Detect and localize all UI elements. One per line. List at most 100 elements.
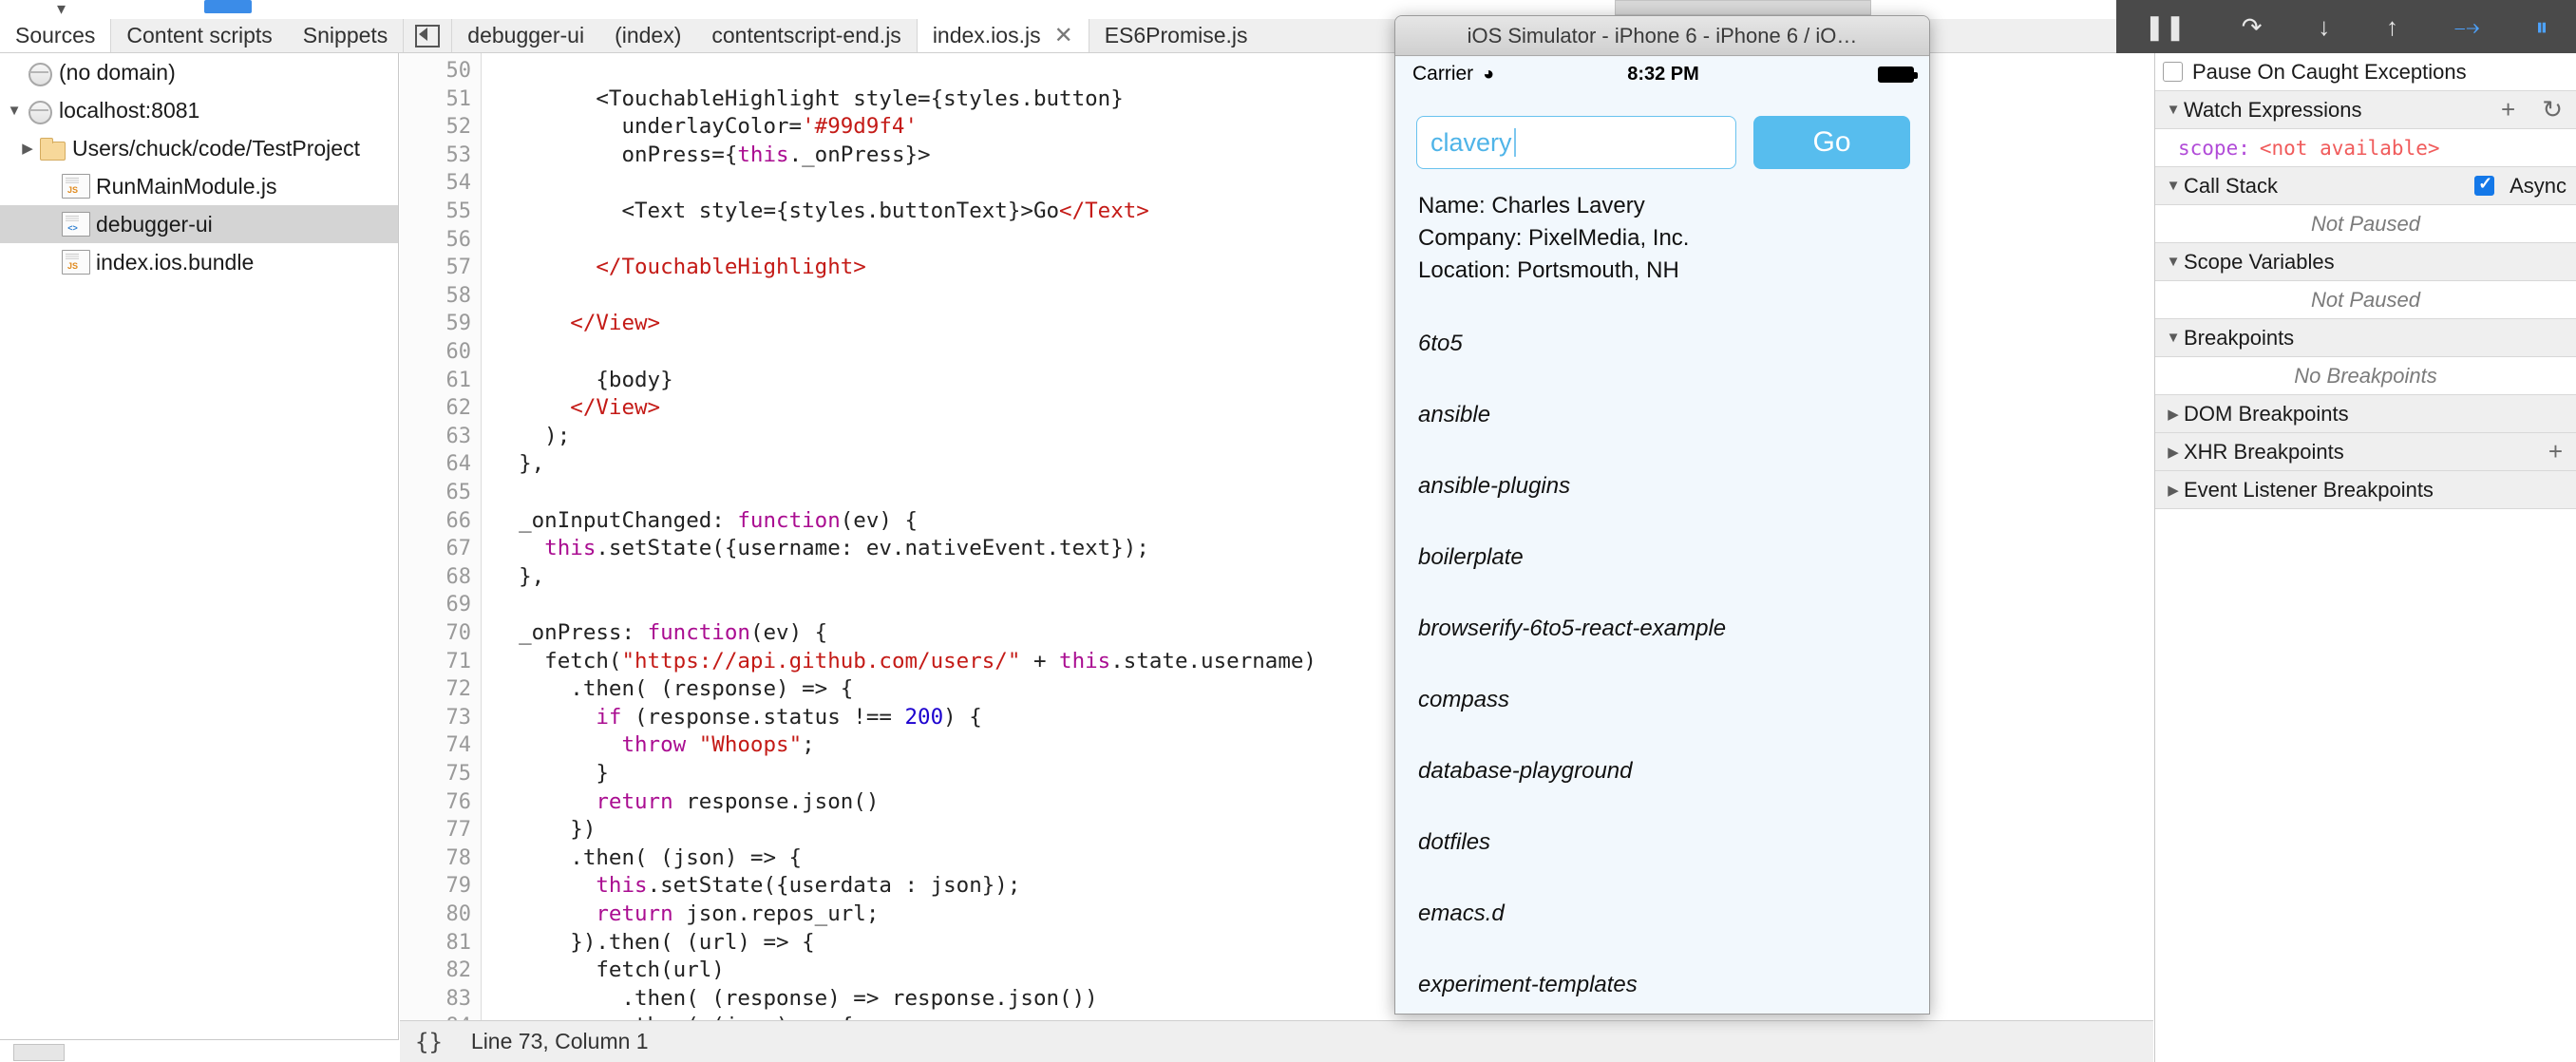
code-line[interactable]: .then( (json) => { (493, 1013, 853, 1020)
code-line[interactable]: .then( (json) => { (493, 844, 802, 873)
code-line[interactable]: this.setState({userdata : json}); (493, 872, 1020, 901)
add-watch-expression-icon[interactable]: + (2488, 95, 2529, 124)
code-token: response.json() (672, 788, 880, 814)
code-line[interactable]: }) (493, 816, 596, 844)
code-line[interactable]: fetch("https://api.github.com/users/" + … (493, 648, 1316, 676)
watch-expression-item[interactable]: scope: <not available> (2155, 129, 2576, 167)
deactivate-breakpoints-icon[interactable]: ⤍ (2454, 14, 2480, 39)
tree-item-runmainmodule-js[interactable]: ▶ JS RunMainModule.js (0, 167, 398, 205)
code-line[interactable]: .then( (response) => { (493, 675, 853, 704)
chevron-right-icon[interactable]: ▶ (2163, 444, 2184, 461)
line-number: 65 (445, 481, 472, 504)
tree-item-project-folder[interactable]: ▶ Users/chuck/code/TestProject (0, 129, 398, 167)
pause-icon[interactable]: ❚❚ (2144, 14, 2186, 39)
repository-list-item[interactable]: ansible-plugins (1418, 450, 1908, 522)
code-line[interactable]: }).then( (url) => { (493, 929, 814, 958)
code-line[interactable]: </TouchableHighlight> (493, 254, 865, 282)
code-line[interactable]: _onInputChanged: function(ev) { (493, 507, 918, 536)
tree-item-localhost[interactable]: ▼ localhost:8081 (0, 91, 398, 129)
line-number: 62 (445, 396, 472, 421)
tree-item-debugger-ui[interactable]: ▶ <> debugger-ui (0, 205, 398, 243)
step-over-icon[interactable]: ↷ (2242, 14, 2263, 39)
disclosure-open-icon[interactable]: ▼ (4, 103, 25, 119)
tree-item-index-ios-bundle[interactable]: ▶ JS index.ios.bundle (0, 243, 398, 281)
debugger-sidebar[interactable]: Pause On Caught Exceptions ▼ Watch Expre… (2154, 53, 2576, 1062)
code-line[interactable]: {body} (493, 367, 672, 395)
file-tab-contentscript-end-js[interactable]: contentscript-end.js (696, 19, 916, 52)
chevron-right-icon[interactable]: ▶ (2163, 482, 2184, 499)
step-out-icon[interactable]: ↑ (2386, 14, 2398, 39)
section-title: Breakpoints (2184, 325, 2295, 350)
code-line[interactable]: if (response.status !== 200) { (493, 704, 981, 732)
tree-item-no-domain[interactable]: ▶ (no domain) (0, 53, 398, 91)
code-token: _onPress: (493, 620, 648, 645)
chevron-right-icon[interactable]: ▶ (2163, 406, 2184, 423)
async-checkbox[interactable] (2474, 174, 2495, 196)
code-line[interactable]: return json.repos_url; (493, 901, 879, 929)
navigator-toggle-button[interactable] (404, 19, 453, 52)
section-header-breakpoints[interactable]: ▼ Breakpoints (2155, 319, 2576, 357)
section-header-watch-expressions[interactable]: ▼ Watch Expressions + ↻ (2155, 91, 2576, 129)
code-line[interactable]: ); (493, 423, 570, 451)
chevron-down-icon[interactable]: ▼ (2163, 102, 2184, 118)
add-xhr-breakpoint-icon[interactable]: + (2535, 437, 2576, 466)
disclosure-closed-icon[interactable]: ▶ (17, 140, 38, 157)
code-line[interactable]: onPress={this._onPress}> (493, 142, 930, 170)
chevron-down-icon[interactable]: ▼ (2163, 330, 2184, 346)
code-line[interactable]: return response.json() (493, 788, 879, 817)
repository-list-item[interactable]: dotfiles (1418, 806, 1908, 878)
pause-on-exceptions-icon[interactable]: ⏸ (2536, 14, 2548, 39)
repository-list-item[interactable]: experiment-templates (1418, 949, 1908, 1014)
refresh-watch-expressions-icon[interactable]: ↻ (2529, 95, 2576, 124)
section-header-xhr-breakpoints[interactable]: ▶ XHR Breakpoints + (2155, 433, 2576, 471)
code-line[interactable]: <Text style={styles.buttonText}>Go</Text… (493, 198, 1148, 226)
chevron-down-icon[interactable]: ▼ (2163, 254, 2184, 270)
code-line[interactable]: this.setState({username: ev.nativeEvent.… (493, 535, 1149, 563)
code-line[interactable]: _onPress: function(ev) { (493, 619, 827, 648)
pretty-print-icon[interactable]: {} (415, 1029, 443, 1055)
section-header-scope-variables[interactable]: ▼ Scope Variables (2155, 243, 2576, 281)
repository-list-item[interactable]: 6to5 (1418, 308, 1908, 379)
simulator-title-bar[interactable]: iOS Simulator - iPhone 6 - iPhone 6 / iO… (1395, 16, 1929, 56)
file-tab-index-ios-js[interactable]: index.ios.js ✕ (916, 19, 1089, 52)
section-header-call-stack[interactable]: ▼ Call Stack Async (2155, 167, 2576, 205)
repository-list-item[interactable]: browserify-6to5-react-example (1418, 593, 1908, 664)
repository-list-item[interactable]: database-playground (1418, 735, 1908, 806)
step-into-icon[interactable]: ↓ (2318, 14, 2330, 39)
folder-icon (38, 135, 66, 161)
code-line[interactable]: throw "Whoops"; (493, 731, 814, 760)
repository-list[interactable]: 6to5 ansible ansible-plugins boilerplate bro… (1395, 287, 1929, 1014)
code-line[interactable]: <TouchableHighlight style={styles.button… (493, 85, 1123, 114)
close-icon[interactable]: ✕ (1054, 22, 1073, 49)
repository-list-item[interactable]: compass (1418, 664, 1908, 735)
pause-on-caught-exceptions-row[interactable]: Pause On Caught Exceptions (2155, 53, 2576, 91)
code-line[interactable]: </View> (493, 310, 660, 338)
code-line[interactable]: }, (493, 450, 544, 479)
code-line[interactable]: </View> (493, 394, 660, 423)
code-line[interactable]: } (493, 760, 609, 788)
file-tab-es6promise-js[interactable]: ES6Promise.js (1089, 19, 1263, 52)
section-header-event-listener-breakpoints[interactable]: ▶ Event Listener Breakpoints (2155, 471, 2576, 509)
simulator-screen[interactable]: Carrier ◕ 8:32 PM clavery Go Name: Charl… (1395, 57, 1929, 1014)
file-tab-index[interactable]: (index) (599, 19, 696, 52)
code-line[interactable]: }, (493, 563, 544, 592)
code-line[interactable]: underlayColor='#99d9f4' (493, 113, 918, 142)
ios-simulator-window[interactable]: iOS Simulator - iPhone 6 - iPhone 6 / iO… (1394, 15, 1930, 1015)
line-number: 53 (445, 142, 472, 167)
tab-content-scripts[interactable]: Content scripts (111, 19, 287, 52)
code-token: + (1020, 648, 1060, 673)
repository-list-item[interactable]: ansible (1418, 379, 1908, 450)
file-navigator[interactable]: ▶ (no domain) ▼ localhost:8081 ▶ Users/c… (0, 53, 399, 1039)
pause-on-caught-exceptions-checkbox[interactable] (2163, 62, 2183, 82)
code-line[interactable]: fetch(url) (493, 957, 724, 985)
section-header-dom-breakpoints[interactable]: ▶ DOM Breakpoints (2155, 395, 2576, 433)
code-line[interactable]: .then( (response) => response.json()) (493, 985, 1097, 1014)
repository-list-item[interactable]: boilerplate (1418, 522, 1908, 593)
tab-sources[interactable]: Sources (0, 19, 112, 52)
repository-list-item[interactable]: emacs.d (1418, 878, 1908, 949)
tab-snippets[interactable]: Snippets (288, 19, 405, 52)
chevron-down-icon[interactable]: ▼ (2163, 178, 2184, 194)
file-tab-debugger-ui[interactable]: debugger-ui (452, 19, 599, 52)
go-button[interactable]: Go (1753, 116, 1910, 169)
username-input[interactable]: clavery (1416, 116, 1736, 169)
